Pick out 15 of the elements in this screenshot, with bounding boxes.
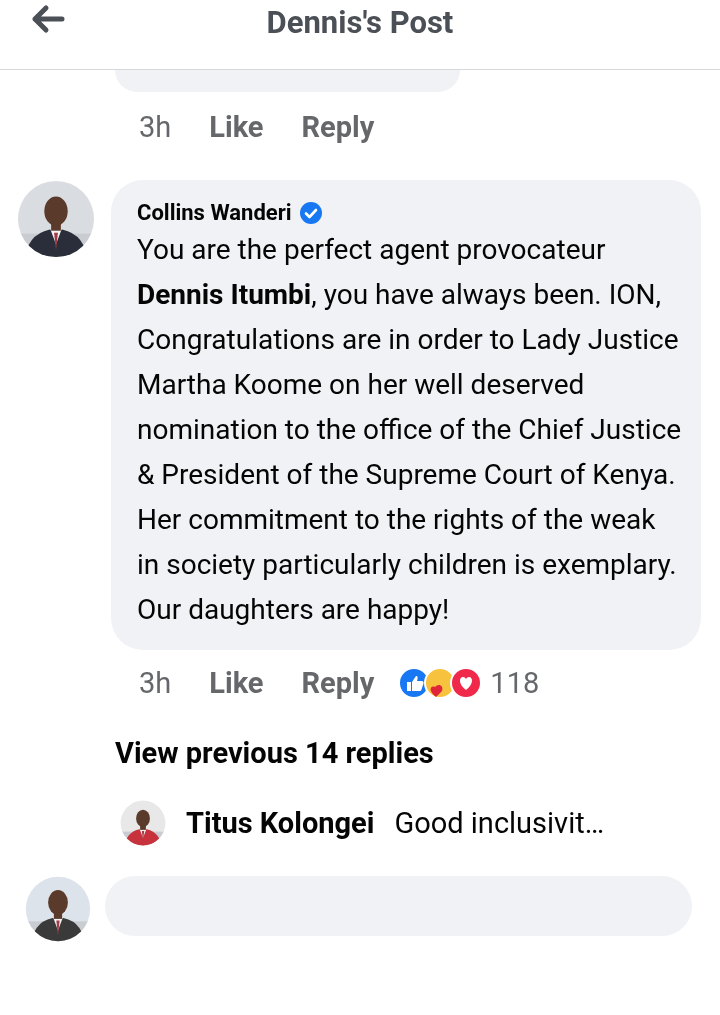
heart-reaction-icon xyxy=(450,667,483,699)
comment-action-link[interactable]: Like xyxy=(209,110,264,144)
comment-action-link[interactable]: Reply xyxy=(301,666,375,700)
view-previous-replies-link[interactable]: View previous 14 replies xyxy=(115,736,434,770)
comment-author[interactable]: Collins Wanderi xyxy=(137,200,292,225)
reaction-count[interactable]: 118 xyxy=(490,666,540,700)
reply-author[interactable]: Titus Kolongei xyxy=(186,806,375,840)
comment-action-link[interactable]: Reply xyxy=(301,110,375,144)
comment-time: 3h xyxy=(139,110,172,144)
back-arrow-icon[interactable] xyxy=(30,4,66,34)
page-title: Dennis's Post xyxy=(266,4,454,43)
comment-text: You are the perfect agent provocateur Dennis Itumbi, you have always been. ION, Congratulations are in order to Lady Justice Martha Koome on her well deserved nomination to the office of the Chief Justice & President of the Supreme Court of Kenya. Her commitment to the rights of the weak in society particularly children is exemplary. Our daughters are happy! xyxy=(137,232,683,628)
reply-text: Good inclusivit… xyxy=(394,806,605,840)
comment-time: 3h xyxy=(139,666,172,700)
comment-action-link[interactable]: Like xyxy=(209,666,264,700)
